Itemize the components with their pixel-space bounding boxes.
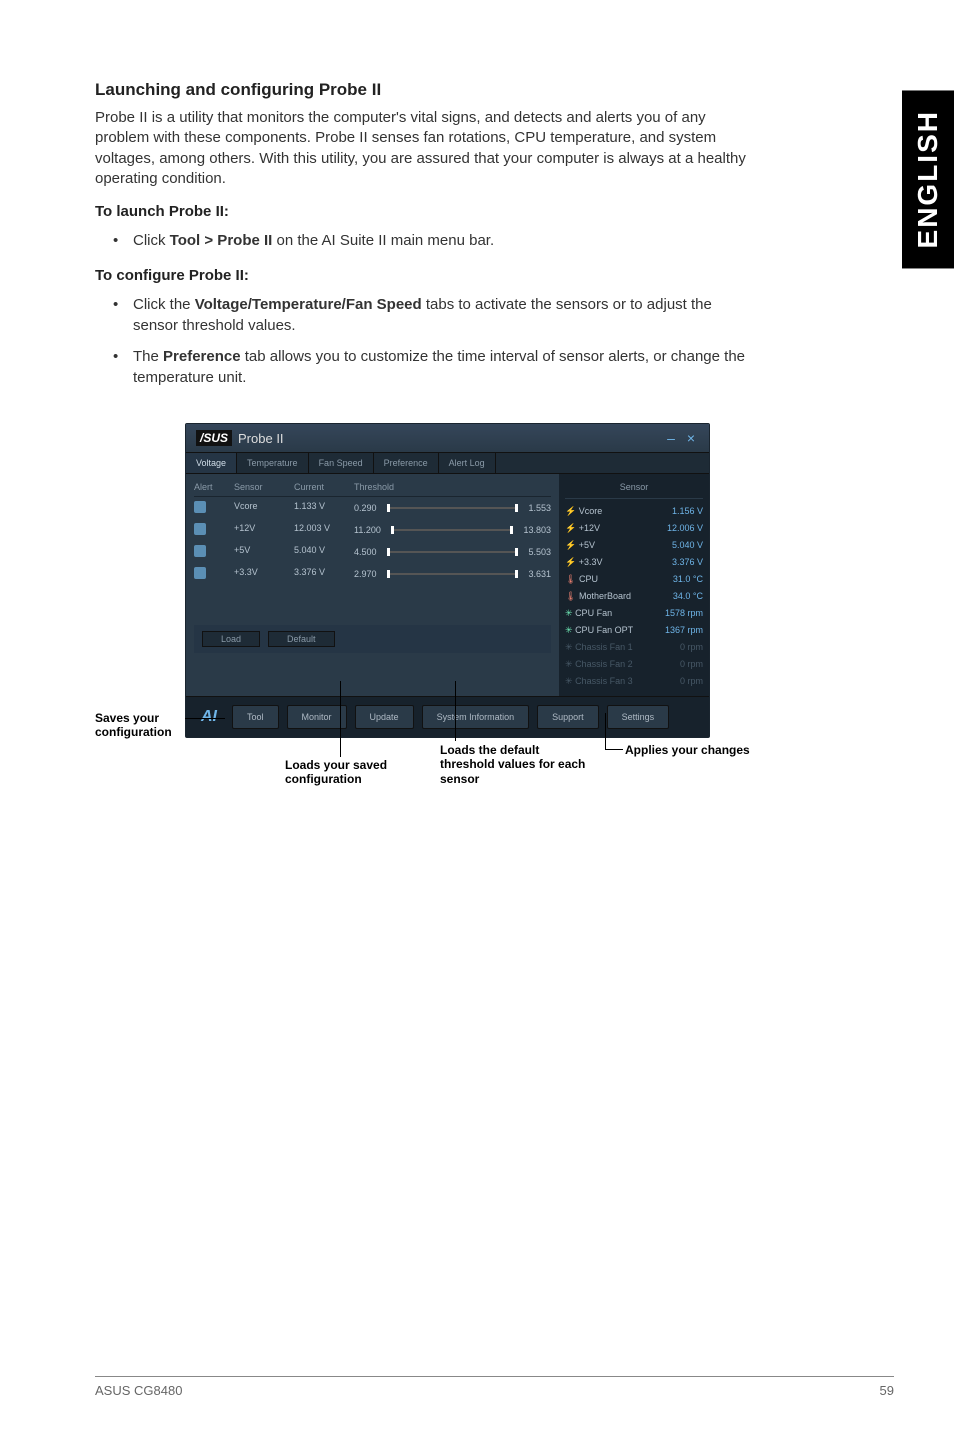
configure-item-2: The Preference tab allows you to customi… (133, 346, 760, 388)
sensor-name: +3.3V (234, 567, 294, 581)
callout-line (455, 681, 456, 741)
load-default-row: Load Default (194, 625, 551, 653)
figure-wrap: /SUS Probe II – × Voltage Temperature Fa… (185, 423, 760, 738)
launch-item: Click Tool > Probe II on the AI Suite II… (133, 230, 760, 251)
alert-checkbox[interactable] (194, 501, 206, 513)
bolt-icon: ⚡ (565, 557, 576, 567)
threshold-slider[interactable] (387, 573, 519, 575)
threshold-slider[interactable] (387, 551, 519, 553)
callout-applies: Applies your changes (625, 743, 785, 757)
tab-voltage[interactable]: Voltage (186, 453, 237, 473)
callout-line (605, 713, 606, 750)
sensor-panel: Sensor ⚡ Vcore1.156 V ⚡ +12V12.006 V ⚡ +… (559, 474, 709, 696)
sensor-panel-title: Sensor (565, 480, 703, 499)
bolt-icon: ⚡ (565, 523, 576, 533)
close-button[interactable]: × (687, 430, 699, 446)
callout-line (605, 749, 623, 750)
language-tab: ENGLISH (902, 90, 954, 268)
probe-window: /SUS Probe II – × Voltage Temperature Fa… (185, 423, 710, 738)
threshold-slider[interactable] (387, 507, 519, 509)
callout-line (340, 681, 341, 757)
ai-logo-icon: AI (194, 707, 224, 727)
minimize-button[interactable]: – (667, 430, 679, 446)
system-info-button[interactable]: System Information (422, 705, 530, 729)
sensor-row: ✳ Chassis Fan 10 rpm (565, 639, 703, 656)
table-header: Alert Sensor Current Threshold (194, 478, 551, 497)
tab-row: Voltage Temperature Fan Speed Preference… (186, 452, 709, 474)
bolt-icon: ⚡ (565, 540, 576, 550)
tab-fan-speed[interactable]: Fan Speed (309, 453, 374, 473)
tab-preference[interactable]: Preference (374, 453, 439, 473)
intro-paragraph: Probe II is a utility that monitors the … (95, 108, 760, 189)
launch-subhead: To launch Probe II: (95, 203, 760, 220)
table-row: +12V 12.003 V 11.20013.803 (194, 519, 551, 541)
support-button[interactable]: Support (537, 705, 599, 729)
page-footer: ASUS CG8480 59 (95, 1376, 894, 1398)
table-row: +5V 5.040 V 4.5005.503 (194, 541, 551, 563)
bottom-bar: AI Tool Monitor Update System Informatio… (186, 696, 709, 737)
footer-model: ASUS CG8480 (95, 1383, 182, 1398)
configure-subhead: To configure Probe II: (95, 267, 760, 284)
table-row: +3.3V 3.376 V 2.9703.631 (194, 563, 551, 585)
panel-body: Alert Sensor Current Threshold Vcore 1.1… (186, 474, 709, 696)
monitor-button[interactable]: Monitor (287, 705, 347, 729)
update-button[interactable]: Update (355, 705, 414, 729)
fan-icon: ✳ (565, 608, 573, 618)
callout-line (185, 718, 225, 719)
sensor-row: ⚡ +12V12.006 V (565, 520, 703, 537)
sensor-current: 5.040 V (294, 545, 354, 559)
settings-button[interactable]: Settings (607, 705, 670, 729)
page-content: Launching and configuring Probe II Probe… (0, 0, 830, 738)
fan-icon: ✳ (565, 659, 573, 669)
sensor-row: ⚡ Vcore1.156 V (565, 503, 703, 520)
title-bar: /SUS Probe II – × (186, 424, 709, 452)
col-threshold: Threshold (354, 482, 551, 492)
col-alert: Alert (194, 482, 234, 492)
launch-list: Click Tool > Probe II on the AI Suite II… (95, 230, 760, 251)
section-heading: Launching and configuring Probe II (95, 80, 760, 100)
sensor-current: 1.133 V (294, 501, 354, 515)
fan-icon: ✳ (565, 642, 573, 652)
sensor-row: 🌡 CPU31.0 °C (565, 571, 703, 588)
threshold-slider[interactable] (391, 529, 514, 531)
callout-loads-default: Loads the default threshold values for e… (440, 743, 590, 786)
footer-page-number: 59 (880, 1383, 894, 1398)
table-row: Vcore 1.133 V 0.2901.553 (194, 497, 551, 519)
sensor-row: ✳ Chassis Fan 30 rpm (565, 673, 703, 690)
sensor-current: 3.376 V (294, 567, 354, 581)
bolt-icon: ⚡ (565, 506, 576, 516)
callout-loads-saved: Loads your saved configuration (285, 758, 415, 787)
tab-temperature[interactable]: Temperature (237, 453, 309, 473)
sensor-row: ⚡ +3.3V3.376 V (565, 554, 703, 571)
callout-saves: Saves your configuration (95, 711, 185, 740)
thermometer-icon: 🌡 (565, 574, 576, 584)
col-sensor: Sensor (234, 482, 294, 492)
configure-item-1: Click the Voltage/Temperature/Fan Speed … (133, 294, 760, 336)
sensor-name: +5V (234, 545, 294, 559)
sensor-current: 12.003 V (294, 523, 354, 537)
tool-button[interactable]: Tool (232, 705, 279, 729)
voltage-table: Alert Sensor Current Threshold Vcore 1.1… (186, 474, 559, 696)
col-current: Current (294, 482, 354, 492)
fan-icon: ✳ (565, 676, 573, 686)
fan-icon: ✳ (565, 625, 573, 635)
sensor-name: +12V (234, 523, 294, 537)
sensor-row: ✳ Chassis Fan 20 rpm (565, 656, 703, 673)
asus-logo: /SUS (196, 430, 232, 446)
alert-checkbox[interactable] (194, 523, 206, 535)
alert-checkbox[interactable] (194, 567, 206, 579)
default-button[interactable]: Default (268, 631, 335, 647)
sensor-name: Vcore (234, 501, 294, 515)
thermometer-icon: 🌡 (565, 591, 576, 601)
window-title: Probe II (238, 431, 284, 446)
sensor-row: ⚡ +5V5.040 V (565, 537, 703, 554)
sensor-row: ✳ CPU Fan OPT1367 rpm (565, 622, 703, 639)
sensor-row: ✳ CPU Fan1578 rpm (565, 605, 703, 622)
load-button[interactable]: Load (202, 631, 260, 647)
tab-alert-log[interactable]: Alert Log (439, 453, 496, 473)
sensor-row: 🌡 MotherBoard34.0 °C (565, 588, 703, 605)
alert-checkbox[interactable] (194, 545, 206, 557)
configure-list: Click the Voltage/Temperature/Fan Speed … (95, 294, 760, 388)
